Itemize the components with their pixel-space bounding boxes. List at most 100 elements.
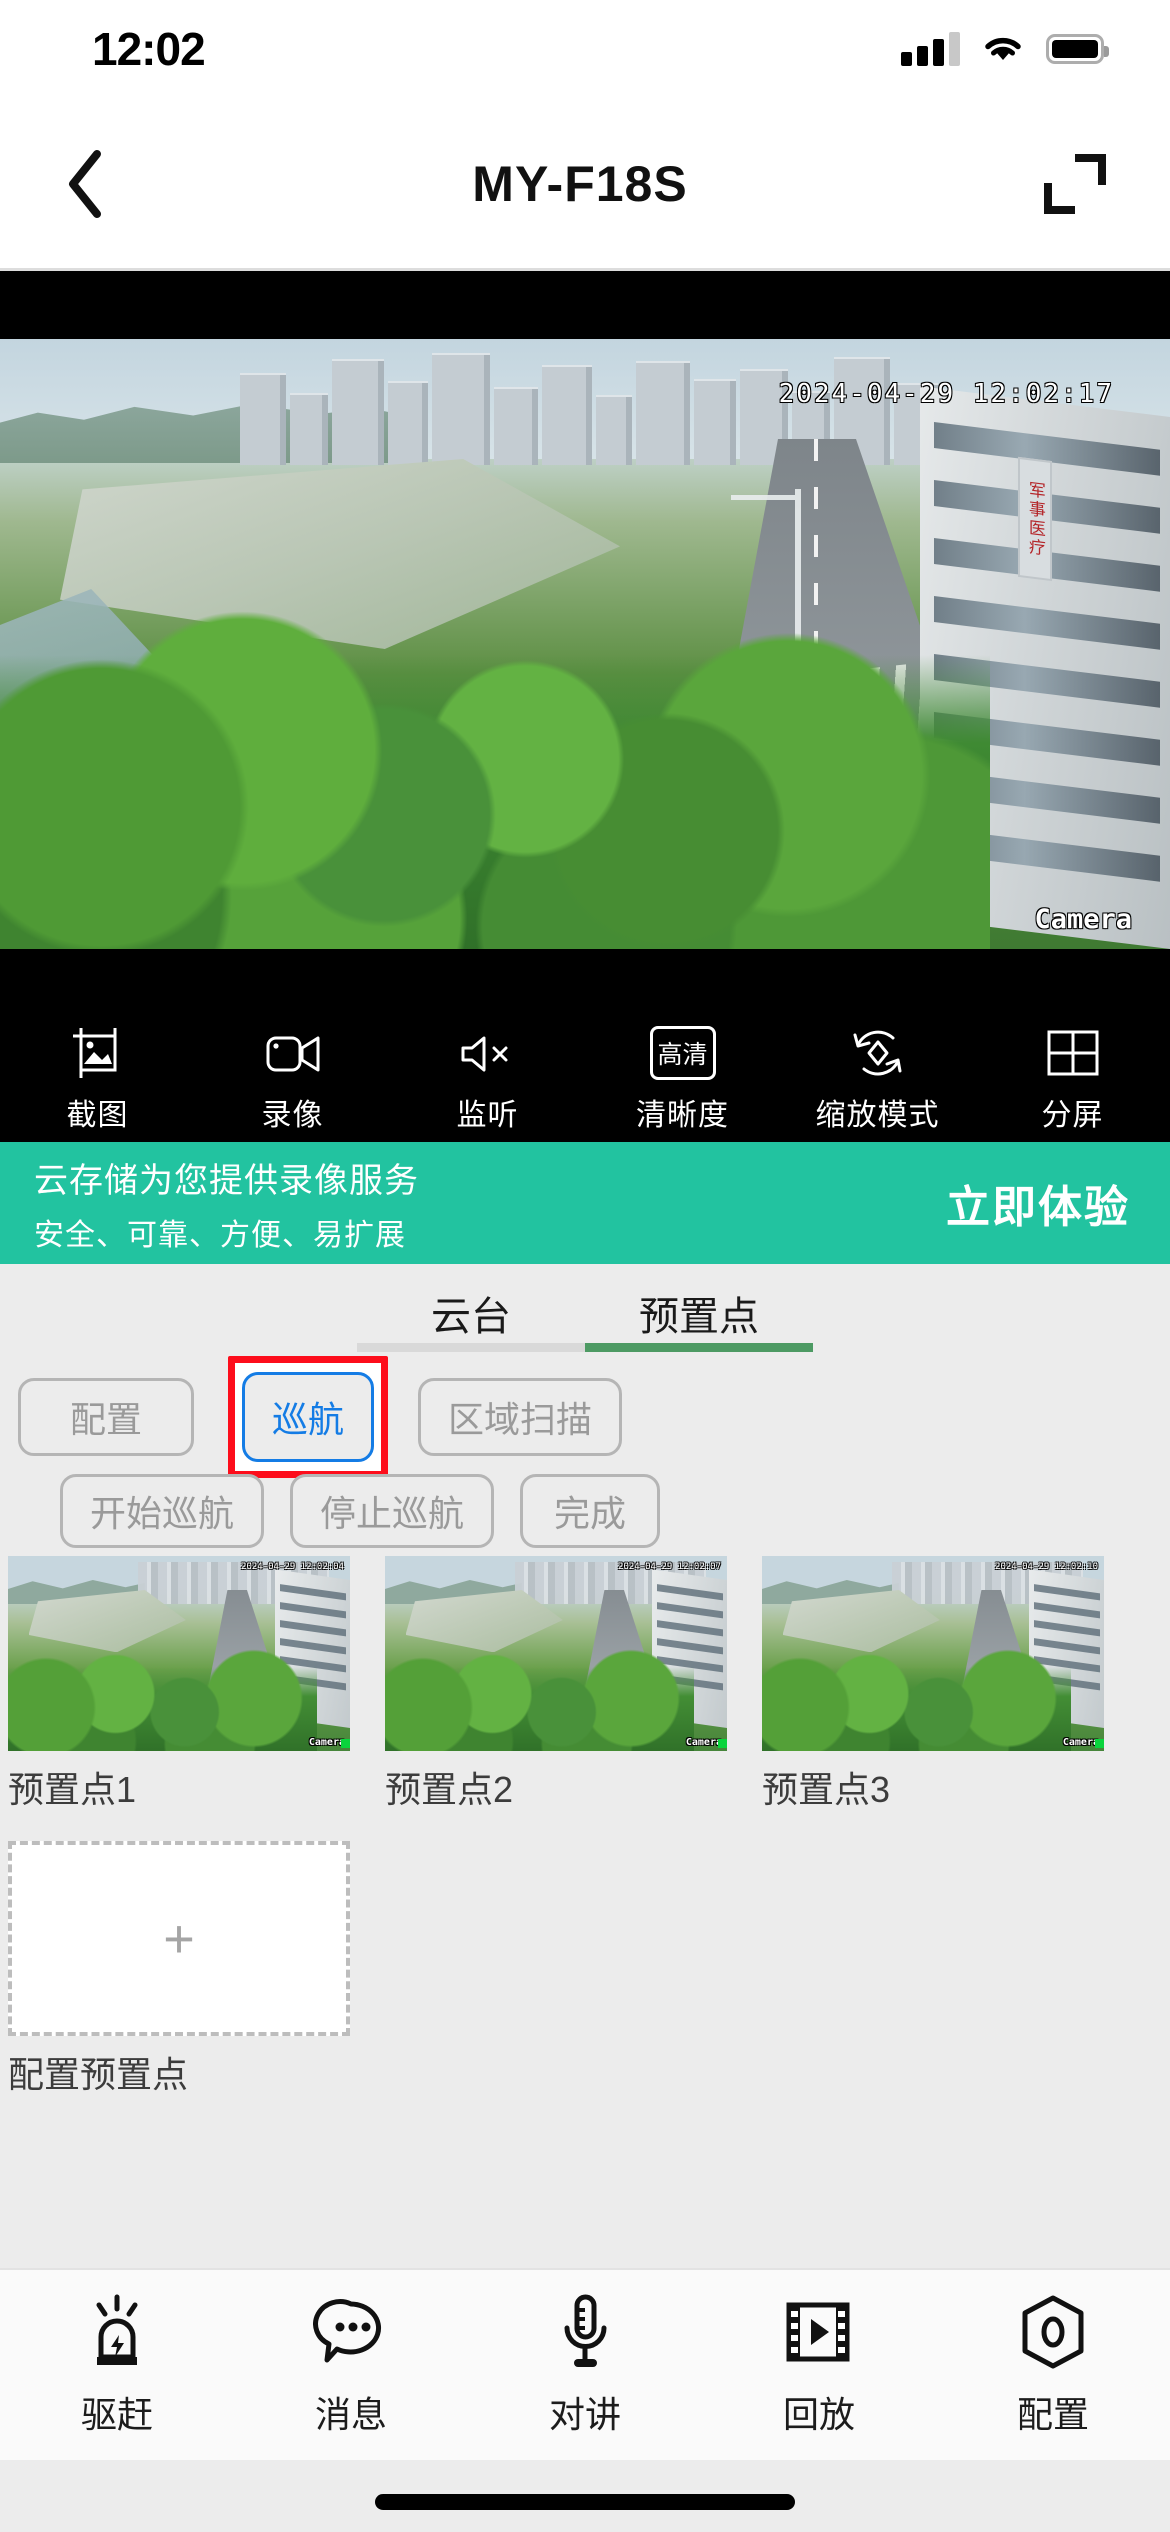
preset-label: 预置点1	[8, 1769, 137, 1810]
preset-thumb-timestamp: 2024-04-29 12:02:10	[995, 1562, 1098, 1572]
stop-cruise-button[interactable]: 停止巡航	[290, 1474, 494, 1548]
bottom-nav-item-deter[interactable]: 驱赶	[0, 2292, 234, 2438]
toolbar-item-split-screen[interactable]: 分屏	[975, 1026, 1170, 1134]
video-frame: 军事医疗 2024-04-29 12:02:17 Camera	[0, 339, 1170, 949]
preset-row-add: + 配置预置点	[0, 1841, 1170, 2098]
ptz-tabs: 云台 预置点	[0, 1264, 1170, 1362]
fullscreen-button[interactable]	[1036, 145, 1114, 223]
cloud-storage-banner[interactable]: 云存储为您提供录像服务 安全、可靠、方便、易扩展 立即体验	[0, 1142, 1170, 1264]
preset-thumb-watermark: Camera	[1062, 1737, 1099, 1748]
preset-card-2[interactable]: 2024-04-29 12:02:07 Camera 预置点2	[385, 1556, 727, 1813]
toolbar-item-snapshot[interactable]: 截图	[0, 1026, 195, 1134]
microphone-icon	[555, 2292, 615, 2372]
settings-hex-icon	[1017, 2292, 1089, 2372]
start-cruise-button[interactable]: 开始巡航	[60, 1474, 264, 1548]
bottom-nav-label: 消息	[314, 2394, 387, 2435]
bottom-nav-label: 配置	[1016, 2394, 1089, 2435]
film-playback-icon	[781, 2292, 857, 2372]
message-bubble-icon	[313, 2292, 389, 2372]
add-preset-card[interactable]: + 配置预置点	[8, 1841, 350, 2098]
preset-thumbnail[interactable]: 2024-04-29 12:02:10 Camera	[762, 1556, 1104, 1751]
cruise-button[interactable]: 巡航	[242, 1372, 374, 1462]
toolbar-item-record[interactable]: 录像	[195, 1026, 390, 1134]
preset-thumb-status-dot	[341, 1739, 350, 1748]
split-screen-icon	[1044, 1026, 1102, 1080]
plus-icon[interactable]: +	[8, 1841, 350, 2036]
battery-full-icon	[1046, 34, 1109, 64]
preset-thumbnail-image: 2024-04-29 12:02:10 Camera	[762, 1556, 1104, 1751]
quality-hd-icon: 高清	[649, 1026, 716, 1080]
toolbar-label: 录像	[261, 1099, 324, 1132]
back-button[interactable]	[46, 145, 124, 223]
wifi-icon	[985, 37, 1021, 60]
quality-badge-label: 高清	[657, 1041, 708, 1069]
toolbar-label: 监听	[456, 1099, 519, 1132]
status-bar: 12:02	[0, 0, 1170, 98]
preset-row: 2024-04-29 12:02:04 Camera 预置点1 2024-04-…	[0, 1556, 1170, 1813]
config-button[interactable]: 配置	[18, 1378, 194, 1456]
video-watermark: Camera	[1034, 904, 1132, 935]
preset-thumb-status-dot	[1095, 1739, 1104, 1748]
video-toolbar: 截图 录像 监听 高清 清晰度 缩放模式 分屏	[0, 1018, 1170, 1142]
status-bar-time: 12:02	[92, 23, 206, 75]
preset-label: 预置点2	[385, 1769, 514, 1810]
bottom-nav-label: 回放	[782, 2394, 855, 2435]
preset-card-3[interactable]: 2024-04-29 12:02:10 Camera 预置点3	[762, 1556, 1104, 1813]
preset-control-row-2: 开始巡航 停止巡航 完成	[0, 1468, 1170, 1554]
bottom-nav-bar: 驱赶 消息 对讲 回放 配置	[0, 2268, 1170, 2460]
tab-underline-active	[585, 1343, 813, 1352]
zoom-mode-icon	[848, 1026, 908, 1080]
fullscreen-expand-icon	[1044, 154, 1106, 214]
siren-alarm-icon	[85, 2292, 149, 2372]
preset-thumbnail[interactable]: 2024-04-29 12:02:04 Camera	[8, 1556, 350, 1751]
nav-bar: MY-F18S	[0, 98, 1170, 270]
bottom-nav-label: 对讲	[548, 2394, 621, 2435]
toolbar-item-zoom-mode[interactable]: 缩放模式	[780, 1026, 975, 1134]
toolbar-label: 清晰度	[636, 1099, 729, 1132]
cloud-banner-cta-button[interactable]: 立即体验	[946, 1171, 1138, 1235]
video-building-sign: 军事医疗	[1018, 456, 1052, 582]
cloud-banner-line1: 云存储为您提供录像服务	[34, 1161, 419, 1200]
speaker-muted-icon	[458, 1026, 518, 1080]
preset-thumbnail[interactable]: 2024-04-29 12:02:07 Camera	[385, 1556, 727, 1751]
chevron-left-icon	[69, 150, 101, 218]
preset-label: 预置点3	[762, 1769, 891, 1810]
page-title: MY-F18S	[472, 156, 688, 212]
preset-thumb-watermark: Camera	[308, 1737, 345, 1748]
area-scan-button[interactable]: 区域扫描	[418, 1378, 622, 1456]
bottom-nav-item-intercom[interactable]: 对讲	[468, 2292, 702, 2438]
finish-button[interactable]: 完成	[520, 1474, 660, 1548]
toolbar-label: 缩放模式	[815, 1099, 940, 1132]
tab-underline	[357, 1343, 585, 1352]
bottom-nav-item-playback[interactable]: 回放	[702, 2292, 936, 2438]
preset-thumb-timestamp: 2024-04-29 12:02:07	[618, 1562, 721, 1572]
tab-label: 预置点	[639, 1295, 759, 1339]
cloud-banner-text: 云存储为您提供录像服务 安全、可靠、方便、易扩展	[34, 1153, 419, 1254]
bottom-nav-item-messages[interactable]: 消息	[234, 2292, 468, 2438]
bottom-nav-item-settings[interactable]: 配置	[936, 2292, 1170, 2438]
video-tree-canopy	[0, 559, 990, 949]
home-indicator	[375, 2494, 795, 2510]
live-video-player[interactable]: 军事医疗 2024-04-29 12:02:17 Camera	[0, 271, 1170, 1018]
preset-thumb-timestamp: 2024-04-29 12:02:04	[241, 1562, 344, 1572]
preset-card-1[interactable]: 2024-04-29 12:02:04 Camera 预置点1	[8, 1556, 350, 1813]
cloud-banner-line2: 安全、可靠、方便、易扩展	[34, 1218, 406, 1252]
tab-ptz[interactable]: 云台	[357, 1264, 585, 1362]
preset-grid: 2024-04-29 12:02:04 Camera 预置点1 2024-04-…	[0, 1556, 1170, 2098]
add-preset-label: 配置预置点	[8, 2054, 189, 2095]
preset-thumb-watermark: Camera	[685, 1737, 722, 1748]
preset-thumb-status-dot	[718, 1739, 727, 1748]
preset-thumbnail-image: 2024-04-29 12:02:07 Camera	[385, 1556, 727, 1751]
toolbar-label: 截图	[66, 1099, 129, 1132]
tab-presets[interactable]: 预置点	[585, 1264, 813, 1362]
video-record-icon	[262, 1026, 324, 1080]
video-timestamp: 2024-04-29 12:02:17	[778, 379, 1114, 409]
cellular-signal-icon	[901, 32, 960, 66]
tab-label: 云台	[431, 1295, 511, 1339]
preset-thumbnail-image: 2024-04-29 12:02:04 Camera	[8, 1556, 350, 1751]
snapshot-icon	[71, 1026, 125, 1080]
toolbar-label: 分屏	[1041, 1099, 1104, 1132]
toolbar-item-quality[interactable]: 高清 清晰度	[585, 1026, 780, 1134]
status-bar-icons	[901, 32, 1109, 66]
toolbar-item-listen[interactable]: 监听	[390, 1026, 585, 1134]
